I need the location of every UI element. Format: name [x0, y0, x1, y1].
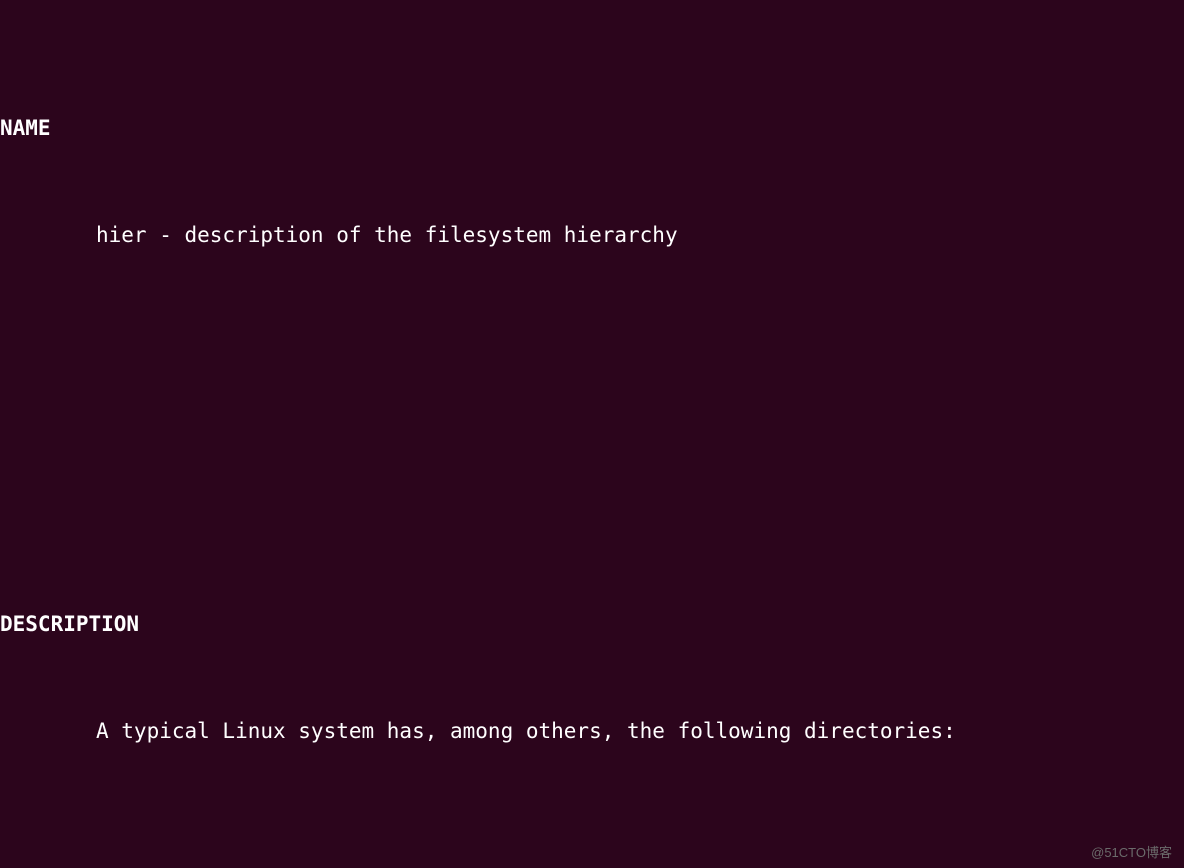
man-page: NAME hier - description of the filesyste… — [0, 0, 1184, 868]
section-header-description: DESCRIPTION — [0, 607, 1184, 643]
name-line: hier - description of the filesystem hie… — [0, 218, 1184, 254]
watermark: @51CTO博客 — [1091, 842, 1172, 864]
section-header-name: NAME — [0, 107, 1184, 147]
description-intro: A typical Linux system has, among others… — [0, 714, 1184, 750]
spacer — [0, 361, 1184, 395]
spacer — [0, 466, 1184, 500]
